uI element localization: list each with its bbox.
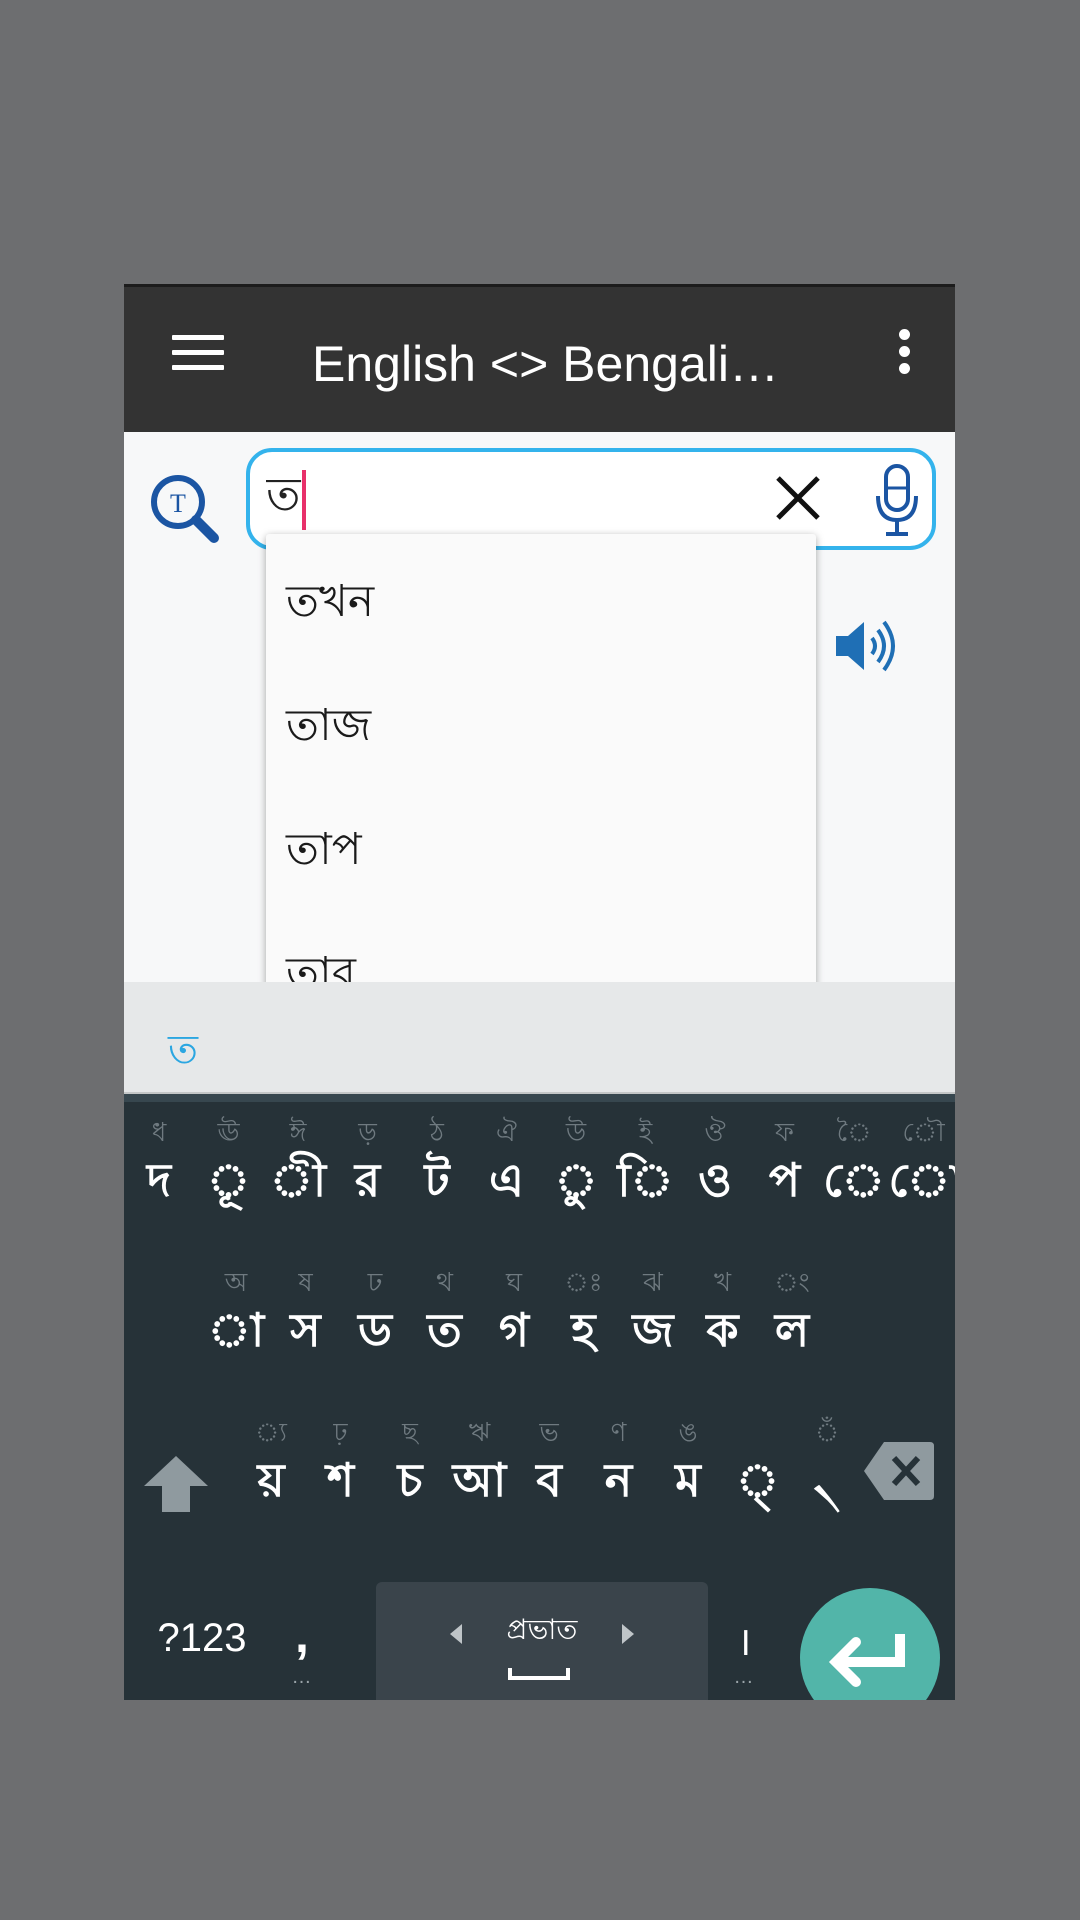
key-row1[interactable]: ঊূ [194,1102,264,1222]
key-row2[interactable]: অা [201,1252,271,1372]
composing-candidate[interactable]: ত [168,1018,198,1085]
key-label: ল [774,1304,810,1356]
more-keys-indicator: … [291,1666,313,1688]
key-row2[interactable]: ঢড [340,1252,410,1372]
key-row2[interactable]: থত [410,1252,480,1372]
key-label: ৲ [812,1454,842,1506]
key-row1[interactable]: ৌো [889,1102,956,1222]
key-label: ু [554,1154,598,1206]
key-label: য় [257,1454,285,1506]
key-row2[interactable]: ং ল [757,1252,827,1372]
more-keys-indicator: … [733,1666,755,1688]
suggestion-item[interactable]: তাপ [266,782,816,906]
key-row1[interactable]: ঠট [402,1102,472,1222]
key-row1[interactable]: ইি [611,1102,681,1222]
suggestion-item[interactable]: তাজ [266,658,816,782]
key-row3[interactable]: ঢ় শ [306,1402,376,1522]
key-label: ক [706,1304,739,1356]
key-label: ও [698,1154,732,1206]
key-label: ট [424,1154,450,1206]
microphone-icon[interactable] [870,462,924,540]
text-search-icon[interactable]: T [148,472,222,546]
key-label: এ [489,1154,524,1206]
key-label: া [207,1304,265,1356]
key-row1[interactable]: ফপ [750,1102,820,1222]
key-row1[interactable]: ৈে [819,1102,889,1222]
key-label: ন [604,1454,633,1506]
key-label: জ [632,1304,674,1356]
key-row3[interactable]: ্য য় [236,1402,306,1522]
key-label: ী [269,1154,327,1206]
key-label: ড [358,1304,392,1356]
enter-arrow-icon [828,1634,905,1687]
more-vertical-icon[interactable] [894,329,914,379]
key-label: ূ [206,1154,251,1206]
key-label: ম [675,1454,701,1506]
key-row3[interactable]: ঋআ [445,1402,515,1522]
key-row1[interactable]: ড় র [333,1102,403,1222]
hamburger-menu-icon[interactable] [172,335,224,375]
key-row1[interactable]: ঔও [680,1102,750,1222]
key-row2[interactable]: ঃ হ [549,1252,619,1372]
enter-key[interactable] [800,1588,940,1700]
key-label: গ [498,1304,530,1356]
key-label: স [290,1304,321,1356]
close-icon[interactable] [770,470,826,526]
key-row3[interactable]: ঙম [653,1402,723,1522]
key-row2[interactable]: ষস [271,1252,341,1372]
key-label: চ [397,1454,423,1506]
key-row3[interactable]: ছচ [375,1402,445,1522]
key-row2[interactable]: ঘগ [479,1252,549,1372]
key-label: প [768,1154,801,1206]
key-label: দ [146,1154,172,1206]
shift-arrow-icon[interactable] [134,1442,218,1522]
key-row1[interactable]: উু [541,1102,611,1222]
suggestion-item[interactable]: তখন [266,534,816,658]
key-row2[interactable]: খক [688,1252,758,1372]
key-row2[interactable]: ঝজ [618,1252,688,1372]
key-label: ো [888,1154,956,1206]
comma-key[interactable]: , … [272,1580,332,1700]
bengali-keyboard: ধ দ ঊূ ঈী ড় র ঠ ট ঐ এ উু ইি ঔ ও ফ পৈেৌো অা ষ স ঢ ড থ ত ঘ গঃ হ ঝ জ… [124,1094,955,1700]
key-row1[interactable]: ঐএ [472,1102,542,1222]
space-icon [508,1668,570,1680]
danda-key[interactable]: । … [714,1580,774,1700]
key-row3[interactable]: ণন [584,1402,654,1522]
svg-text:T: T [170,489,186,518]
backspace-icon[interactable] [862,1438,936,1504]
app-bar: English <> Bengali… [124,284,955,432]
triangle-right-icon[interactable] [622,1624,634,1644]
text-caret [302,470,306,530]
keyboard-suggestion-strip: ত [124,982,955,1094]
key-row1[interactable]: ঈী [263,1102,333,1222]
app-title: English <> Bengali… [312,336,779,392]
search-input[interactable] [266,466,696,530]
key-row1[interactable]: ধদ [124,1102,194,1222]
phone-screen: English <> Bengali… T তখন তাজ তাপ তা র [124,284,955,1700]
comma-label: , [295,1607,309,1663]
symbols-key[interactable]: ?123 [138,1602,266,1674]
key-label: ব [536,1454,562,1506]
key-label: হ [571,1304,596,1356]
key-label: শ [326,1454,355,1506]
key-row3[interactable]: ভব [514,1402,584,1522]
key-label: ্ [735,1454,780,1506]
key-row3[interactable]: ঁ ৲ [792,1402,862,1522]
key-label: আ [452,1454,507,1506]
keyboard-language-label: প্রভাত [506,1614,578,1645]
key-label: র [354,1154,381,1206]
danda-label: । [736,1620,752,1664]
key-label: ে [823,1154,885,1206]
key-label: ি [617,1154,674,1206]
volume-up-icon[interactable] [832,618,900,674]
key-label: ত [427,1304,462,1356]
space-bar[interactable]: প্রভাত [376,1582,708,1700]
key-row3[interactable]: ্ [723,1402,793,1522]
